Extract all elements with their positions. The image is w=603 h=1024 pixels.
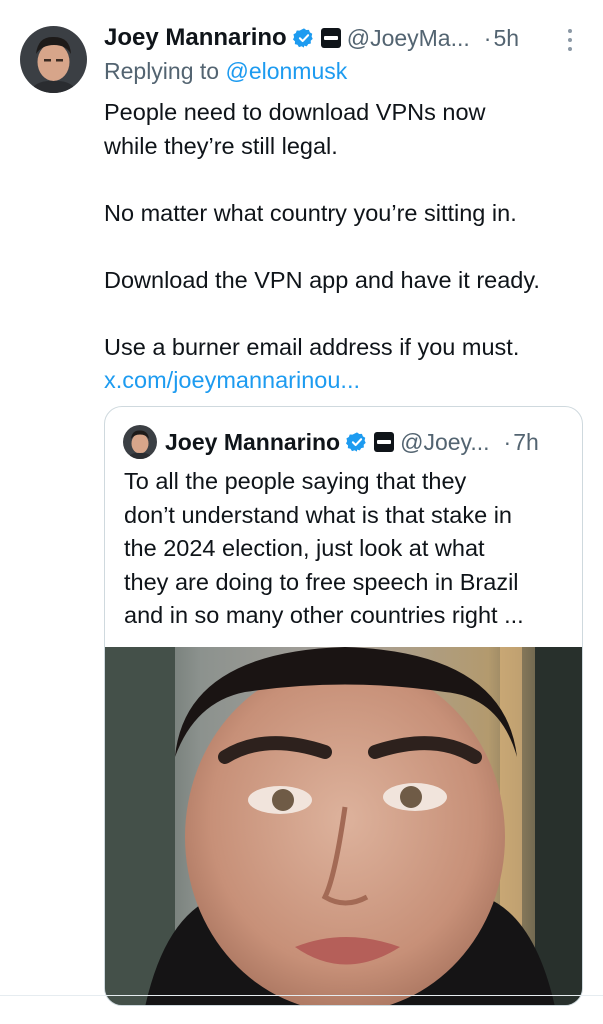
tweet-time[interactable]: 5h — [493, 25, 519, 52]
quote-header: Joey Mannarino @Joey... · 7h — [165, 425, 539, 459]
tweet-line: Use a burner email address if you must. — [104, 333, 520, 360]
quote-line: don’t understand what is that stake in — [124, 501, 512, 528]
tweet-link[interactable]: x.com/joeymannarinou... — [104, 364, 594, 398]
tweet-line: Download the VPN app and have it ready. — [104, 266, 540, 293]
separator-dot: · — [503, 428, 512, 455]
quoted-tweet[interactable]: Joey Mannarino @Joey... · 7h To all the … — [104, 406, 583, 1006]
author-handle[interactable]: @JoeyMa... — [347, 25, 470, 52]
quote-time: 7h — [513, 428, 539, 455]
mention-link[interactable]: @elonmusk — [225, 58, 347, 84]
verified-badge-icon — [346, 432, 366, 452]
quote-video-thumbnail[interactable] — [105, 647, 582, 1005]
quote-handle: @Joey... — [400, 428, 490, 455]
tweet-text: People need to download VPNs now while t… — [104, 96, 594, 398]
tweet-line: People need to download VPNs now — [104, 99, 486, 125]
affiliate-badge-icon[interactable] — [320, 28, 341, 48]
quote-line: To all the people saying that they — [124, 468, 467, 494]
replying-to-label: Replying to — [104, 58, 226, 84]
quote-text: To all the people saying that they don’t… — [124, 465, 574, 633]
divider — [0, 995, 603, 996]
tweet-line: while they’re still legal. — [104, 132, 338, 159]
quote-author-name: Joey Mannarino — [165, 428, 341, 455]
quote-line: they are doing to free speech in Brazil — [124, 568, 519, 595]
tweet-header: Joey Mannarino @JoeyMa... · 5h — [104, 22, 584, 54]
verified-badge-icon — [292, 28, 313, 48]
tweet-line: No matter what country you’re sitting in… — [104, 199, 517, 226]
quote-avatar — [123, 425, 157, 459]
more-options-icon[interactable] — [560, 26, 580, 54]
separator-dot: · — [483, 24, 492, 51]
quote-line: and in so many other countries right ... — [124, 602, 524, 629]
tweet[interactable]: Joey Mannarino @JoeyMa... · 5h Replying … — [0, 0, 603, 1006]
avatar[interactable] — [20, 26, 87, 93]
author-name[interactable]: Joey Mannarino — [104, 24, 287, 52]
affiliate-badge-icon — [374, 432, 395, 452]
quote-line: the 2024 election, just look at what — [124, 535, 485, 562]
replying-to: Replying to @elonmusk — [104, 58, 347, 85]
